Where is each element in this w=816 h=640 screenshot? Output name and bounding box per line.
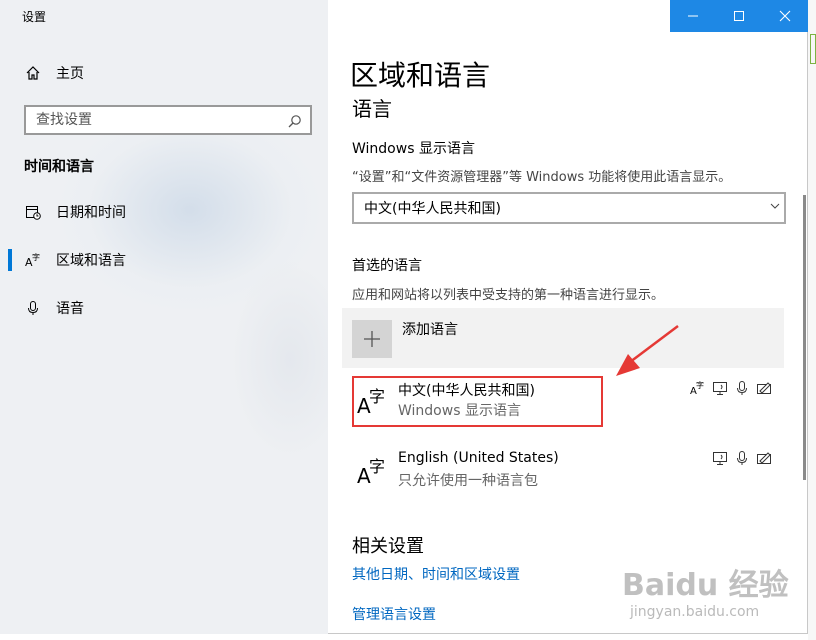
annotation-highlight-box — [352, 376, 603, 427]
svg-text:字: 字 — [696, 380, 704, 390]
sidebar-item-region-language[interactable]: A字 区域和语言 — [24, 248, 126, 272]
sidebar-item-label: 日期和时间 — [56, 205, 126, 221]
text-to-speech-icon — [713, 452, 727, 465]
calendar-clock-icon — [24, 203, 42, 221]
language-status: 只允许使用一种语言包 — [398, 473, 538, 489]
scrollbar[interactable] — [803, 195, 806, 480]
search-box[interactable] — [24, 105, 312, 135]
settings-window: 设置 主页 时间和语言 日期和时间 A字 区域和语言 — [0, 0, 808, 634]
page-title: 区域和语言 — [350, 59, 491, 92]
handwriting-icon — [757, 382, 771, 394]
section-title: 时间和语言 — [24, 159, 94, 175]
text-to-speech-icon — [713, 382, 727, 395]
add-language-label: 添加语言 — [402, 322, 458, 338]
language-features — [712, 450, 772, 466]
microphone-icon — [24, 299, 42, 317]
sidebar: 设置 主页 时间和语言 日期和时间 A字 区域和语言 — [0, 0, 328, 634]
sidebar-item-label: 主页 — [56, 66, 84, 82]
display-language-label: Windows 显示语言 — [352, 141, 475, 157]
app-title: 设置 — [22, 10, 47, 24]
search-icon[interactable] — [288, 113, 302, 128]
svg-text:字: 字 — [369, 457, 385, 476]
main-content: 区域和语言 语言 Windows 显示语言 “设置”和“文件资源管理器”等 Wi… — [328, 0, 808, 634]
watermark: Baidu 经验 jingyan.baidu.com — [620, 558, 810, 628]
chevron-down-icon — [770, 200, 780, 214]
language-features: A字 — [690, 380, 772, 396]
active-indicator — [8, 249, 12, 271]
watermark-url: jingyan.baidu.com — [630, 604, 760, 620]
handwriting-icon — [757, 452, 771, 464]
home-icon — [24, 64, 42, 82]
selected-value: 中文(中华人民共和国) — [364, 201, 501, 217]
related-settings-title: 相关设置 — [352, 536, 424, 557]
sidebar-item-home[interactable]: 主页 — [24, 62, 84, 84]
language-pack-icon: A字 — [690, 380, 704, 396]
link-manage-language[interactable]: 管理语言设置 — [352, 604, 436, 624]
section-subtitle: 语言 — [352, 97, 392, 121]
sidebar-item-label: 区域和语言 — [56, 253, 126, 269]
preferred-languages-label: 首选的语言 — [352, 258, 422, 274]
language-icon: A字 — [24, 251, 42, 269]
add-language-button[interactable]: 添加语言 — [342, 308, 784, 368]
link-other-date-time-region[interactable]: 其他日期、时间和区域设置 — [352, 564, 520, 584]
sidebar-item-label: 语音 — [56, 301, 84, 317]
language-icon: A字 — [356, 456, 386, 488]
svg-text:字: 字 — [32, 252, 40, 262]
speech-icon — [737, 451, 747, 465]
annotation-arrow-icon — [616, 325, 679, 376]
sidebar-item-date-time[interactable]: 日期和时间 — [24, 200, 126, 224]
speech-icon — [737, 381, 747, 395]
display-language-select[interactable]: 中文(中华人民共和国) — [352, 192, 786, 224]
language-item-english[interactable]: A字 English (United States) 只允许使用一种语言包 — [352, 446, 784, 500]
sidebar-item-speech[interactable]: 语音 — [24, 296, 84, 320]
preferred-languages-description: 应用和网站将以列表中受支持的第一种语言进行显示。 — [352, 288, 665, 303]
background-window-icon — [810, 34, 816, 64]
plus-icon — [352, 320, 392, 358]
language-name: English (United States) — [398, 450, 559, 466]
watermark-logo: Baidu 经验 — [622, 568, 789, 603]
display-language-description: “设置”和“文件资源管理器”等 Windows 功能将使用此语言显示。 — [352, 170, 732, 185]
search-input[interactable] — [26, 107, 266, 133]
background-window-edge — [808, 0, 816, 640]
